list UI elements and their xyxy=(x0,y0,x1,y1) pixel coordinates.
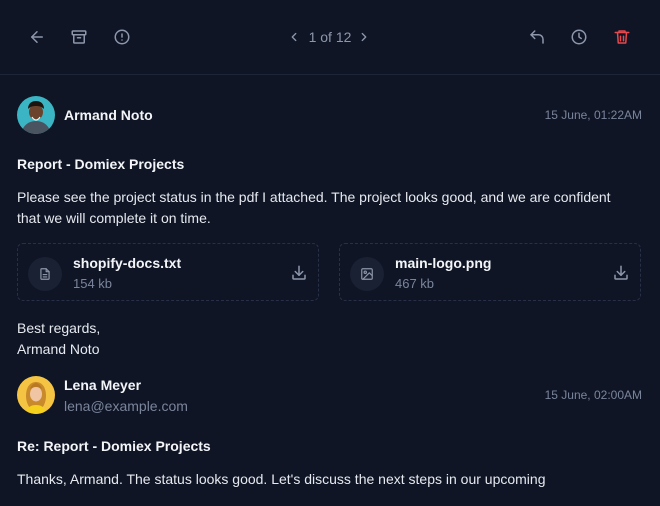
archive-icon xyxy=(71,30,87,44)
next-email-button[interactable] xyxy=(357,29,373,45)
download-button[interactable] xyxy=(611,263,631,283)
message-body: Thanks, Armand. The status looks good. L… xyxy=(17,471,546,487)
sender-name: Armand Noto xyxy=(64,107,153,123)
download-icon xyxy=(292,265,306,280)
attachment-card[interactable]: shopify-docs.txt 154 kb xyxy=(17,243,319,301)
message-subject: Re: Report - Domiex Projects xyxy=(17,438,211,454)
image-icon-container xyxy=(350,257,384,291)
file-icon-container xyxy=(28,257,62,291)
signoff-name: Armand Noto xyxy=(17,341,100,357)
signoff-greeting: Best regards, xyxy=(17,320,101,336)
chevron-right-icon xyxy=(362,32,367,42)
download-button[interactable] xyxy=(289,263,309,283)
report-spam-button[interactable] xyxy=(110,25,134,49)
attachment-size: 467 kb xyxy=(395,276,435,291)
attachment-size: 154 kb xyxy=(73,276,113,291)
previous-email-button[interactable] xyxy=(287,29,303,45)
image-icon xyxy=(361,268,373,280)
message-subject: Report - Domiex Projects xyxy=(17,156,185,172)
avatar xyxy=(17,376,55,414)
pager-text: 1 of 12 xyxy=(308,29,352,45)
sender-email: lena@example.com xyxy=(64,398,188,414)
alert-circle-icon xyxy=(114,29,130,45)
arrow-left-icon xyxy=(31,31,43,43)
chevron-left-icon xyxy=(291,32,296,42)
clock-icon xyxy=(571,29,587,45)
archive-button[interactable] xyxy=(67,25,91,49)
file-text-icon xyxy=(40,268,50,280)
attachment-name: main-logo.png xyxy=(395,255,492,271)
reply-button[interactable] xyxy=(525,25,549,49)
avatar xyxy=(17,96,55,134)
sender-name: Lena Meyer xyxy=(64,377,142,393)
message-body: Please see the project status in the pdf… xyxy=(17,189,611,226)
reply-icon xyxy=(530,30,544,44)
attachment-name: shopify-docs.txt xyxy=(73,255,182,271)
trash-icon xyxy=(614,30,630,44)
download-icon xyxy=(614,265,628,280)
message-timestamp: 15 June, 01:22AM xyxy=(544,108,642,122)
pager: 1 of 12 xyxy=(280,26,380,48)
message-timestamp: 15 June, 02:00AM xyxy=(544,388,642,402)
delete-button[interactable] xyxy=(610,25,634,49)
attachment-card[interactable]: main-logo.png 467 kb xyxy=(339,243,641,301)
back-button[interactable] xyxy=(25,25,49,49)
email-toolbar: 1 of 12 xyxy=(0,0,660,75)
snooze-button[interactable] xyxy=(567,25,591,49)
